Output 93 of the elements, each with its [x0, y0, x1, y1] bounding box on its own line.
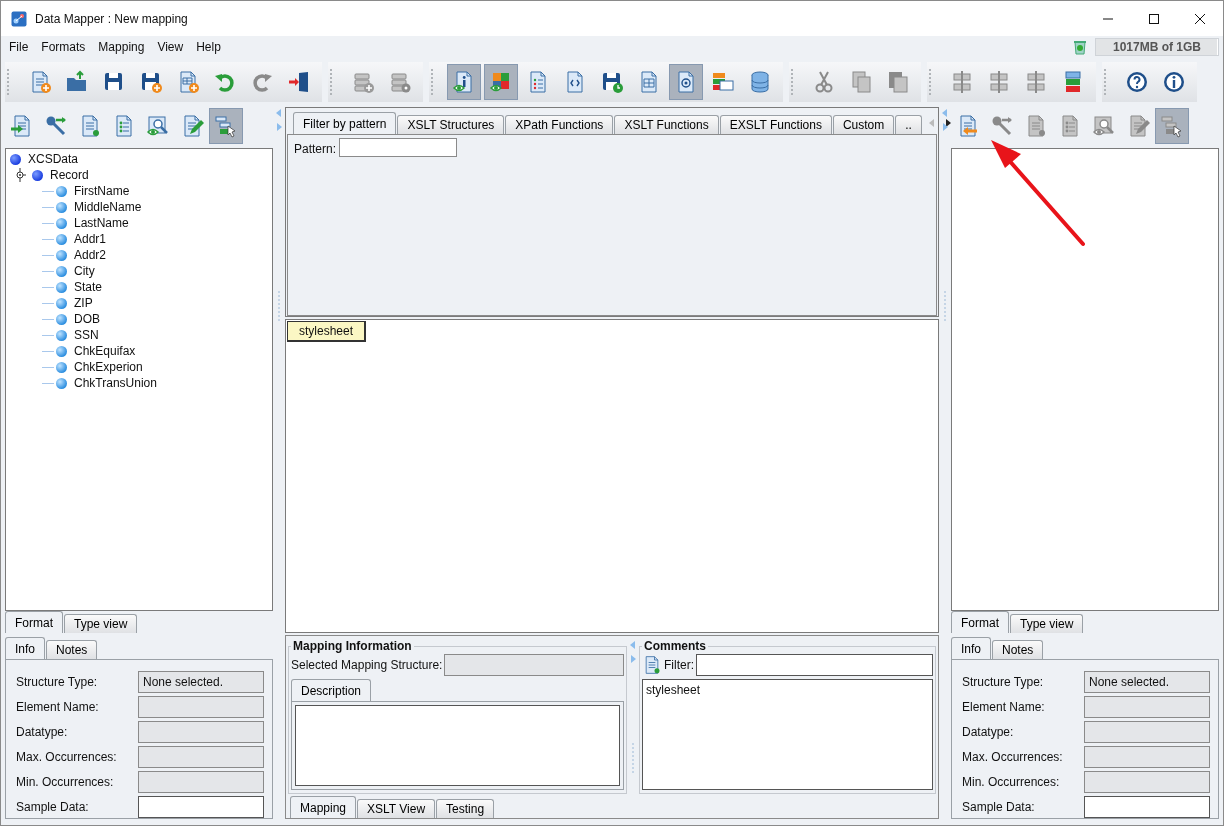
- tab[interactable]: XSLT Functions: [614, 115, 719, 134]
- eye-info-button[interactable]: [447, 64, 481, 100]
- memory-meter[interactable]: 1017MB of 1GB: [1095, 37, 1219, 56]
- tree-item[interactable]: ChkExperion: [74, 360, 143, 374]
- tab[interactable]: Type view: [64, 614, 138, 633]
- field-label: Structure Type:: [962, 674, 1045, 689]
- menu-item[interactable]: File: [9, 39, 29, 54]
- tab[interactable]: Notes: [46, 640, 98, 659]
- field-label: Element Name:: [962, 699, 1046, 714]
- maximize-icon: [1148, 12, 1160, 25]
- tab[interactable]: Format: [5, 611, 63, 633]
- leaf-dot-icon: [56, 329, 67, 341]
- field-label: Sample Data:: [16, 799, 90, 814]
- field-label: Max. Occurrences:: [16, 749, 118, 764]
- group-title: Comments: [643, 639, 707, 653]
- tab[interactable]: Notes: [992, 640, 1044, 659]
- leaf-dot-icon: [56, 281, 67, 293]
- field-label: Max. Occurrences:: [962, 749, 1064, 764]
- pattern-field[interactable]: [339, 138, 458, 157]
- tree-item[interactable]: Record: [50, 168, 89, 182]
- app-icon: [11, 10, 27, 27]
- tab[interactable]: Testing: [436, 799, 495, 818]
- tab[interactable]: XPath Functions: [505, 115, 614, 134]
- node-dot-icon: [10, 153, 21, 165]
- input-field: None selected.: [138, 670, 264, 693]
- leaf-dot-icon: [56, 249, 67, 261]
- tree-item[interactable]: LastName: [74, 216, 129, 230]
- tree-item[interactable]: ChkEquifax: [74, 344, 136, 358]
- leaf-dot-icon: [56, 201, 67, 213]
- window-title: Data Mapper : New mapping: [35, 11, 188, 26]
- menu-item[interactable]: Formats: [41, 39, 86, 54]
- tab[interactable]: XSLT View: [357, 799, 436, 818]
- tree-cursor-button[interactable]: [209, 108, 243, 144]
- menu-item[interactable]: Help: [196, 39, 221, 54]
- filter-field[interactable]: [696, 654, 933, 676]
- tab[interactable]: Info: [951, 637, 991, 659]
- field-label: Min. Occurrences:: [962, 774, 1061, 789]
- leaf-dot-icon: [56, 185, 67, 197]
- node-dot-icon: [32, 169, 43, 181]
- tree-item[interactable]: MiddleName: [74, 200, 142, 214]
- tree-item[interactable]: XCSData: [28, 152, 79, 166]
- tab[interactable]: Description: [291, 679, 372, 701]
- tree-item[interactable]: DOB: [74, 312, 100, 326]
- leaf-dot-icon: [56, 345, 67, 357]
- tab[interactable]: Format: [951, 611, 1009, 633]
- input-field[interactable]: [138, 795, 264, 818]
- tab[interactable]: XSLT Structures: [397, 115, 505, 134]
- field-label: Min. Occurrences:: [16, 774, 115, 789]
- tree-item[interactable]: Addr1: [74, 232, 107, 246]
- leaf-dot-icon: [56, 377, 67, 389]
- tab[interactable]: EXSLT Functions: [719, 115, 832, 134]
- leaf-dot-icon: [56, 361, 67, 373]
- close-icon: [1194, 12, 1206, 25]
- tab[interactable]: Custom: [832, 115, 895, 134]
- tree-item[interactable]: SSN: [74, 328, 99, 342]
- leaf-dot-icon: [56, 297, 67, 309]
- field-label: Sample Data:: [962, 799, 1036, 814]
- tree-item[interactable]: FirstName: [74, 184, 130, 198]
- field-label: Structure Type:: [16, 674, 99, 689]
- tab[interactable]: Type view: [1010, 614, 1084, 633]
- field-label: Selected Mapping Structure:: [291, 658, 443, 672]
- expand-toggle-icon[interactable]: [14, 168, 26, 182]
- tree-item[interactable]: ZIP: [74, 296, 93, 310]
- description-field[interactable]: [295, 705, 620, 786]
- tree-item[interactable]: State: [74, 280, 103, 294]
- tree-item[interactable]: Addr2: [74, 248, 107, 262]
- leaf-dot-icon: [56, 313, 67, 325]
- menu-item[interactable]: Mapping: [98, 39, 145, 54]
- tab[interactable]: Mapping: [290, 796, 357, 818]
- tab[interactable]: ..: [895, 115, 922, 134]
- leaf-dot-icon: [56, 233, 67, 245]
- mapping-node[interactable]: stylesheet: [287, 321, 367, 342]
- memory-label: 1017MB of 1GB: [1113, 39, 1201, 54]
- field-label: Element Name:: [16, 699, 100, 714]
- field-label: Datatype:: [962, 724, 1015, 739]
- tree-item[interactable]: ChkTransUnion: [74, 376, 157, 390]
- leaf-dot-icon: [56, 265, 67, 277]
- eye-grid-button[interactable]: [484, 64, 518, 100]
- field-label: Filter:: [664, 658, 694, 672]
- tab[interactable]: Info: [5, 637, 45, 659]
- group-title: Mapping Information: [292, 639, 413, 653]
- leaf-dot-icon: [56, 217, 67, 229]
- menu-item[interactable]: View: [157, 39, 184, 54]
- tab[interactable]: Filter by pattern: [293, 112, 397, 134]
- field-label: Datatype:: [16, 724, 69, 739]
- trash-can-icon[interactable]: [1072, 38, 1088, 55]
- field-label: Pattern:: [294, 141, 337, 156]
- document-at-button[interactable]: [669, 64, 703, 100]
- list-item[interactable]: stylesheet: [646, 683, 929, 697]
- collapse-arrows-icon[interactable]: [942, 109, 948, 131]
- input-field: None selected.: [1084, 670, 1210, 693]
- input-field[interactable]: [1084, 795, 1210, 818]
- tree-item[interactable]: City: [74, 264, 95, 278]
